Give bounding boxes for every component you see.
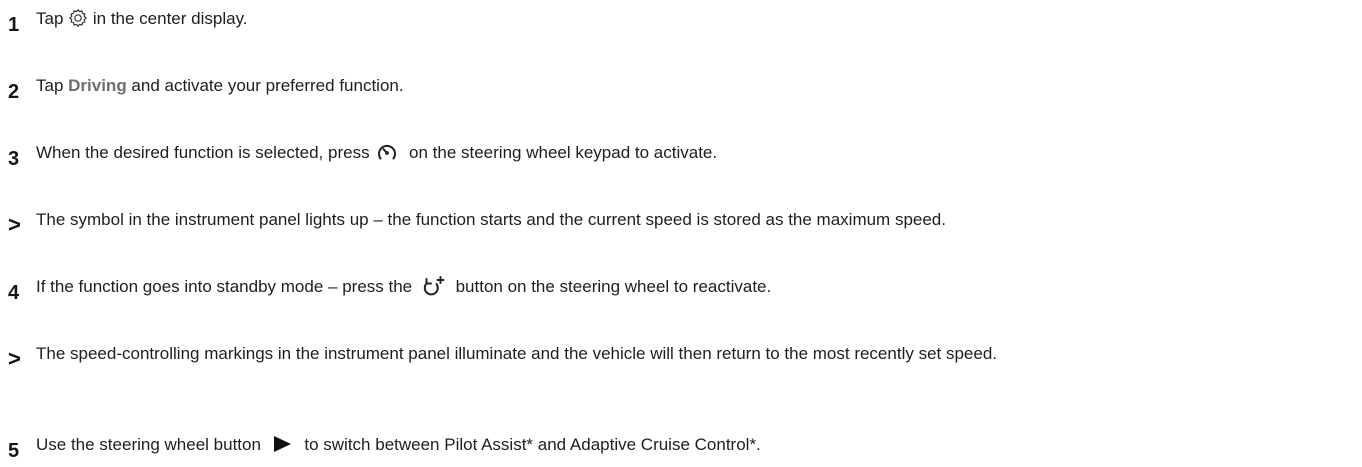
step-text: Tap in the center display. — [36, 4, 248, 34]
settings-gear-icon — [68, 8, 88, 28]
step-text-before: If the function goes into standby mode –… — [36, 277, 417, 296]
step-text-after: button on the steering wheel to reactiva… — [450, 277, 772, 296]
step-result-2: > The speed-controlling markings in the … — [0, 339, 1362, 374]
menu-term-driving: Driving — [68, 76, 127, 95]
step-2: 2 Tap Driving and activate your preferre… — [0, 71, 1362, 107]
play-triangle-icon — [272, 435, 292, 453]
step-number: 3 — [8, 148, 20, 170]
step-text-after: in the center display. — [88, 9, 248, 28]
step-number: 5 — [8, 440, 20, 462]
step-text: Tap Driving and activate your preferred … — [36, 71, 404, 101]
step-text: When the desired function is selected, p… — [36, 138, 717, 168]
result-marker: > — [8, 346, 21, 371]
step-5: 5 Use the steering wheel button to switc… — [0, 430, 1362, 466]
resume-arrow-icon — [421, 275, 445, 297]
step-result-1: > The symbol in the instrument panel lig… — [0, 205, 1362, 240]
step-text-before: Tap — [36, 9, 69, 28]
result-marker: > — [8, 212, 21, 237]
result-text: The speed-controlling markings in the in… — [36, 344, 998, 363]
step-text-before: Tap — [36, 76, 69, 95]
step-text-before: Use the steering wheel button — [36, 435, 266, 454]
step-1: 1 Tap in the center display. — [0, 4, 1362, 40]
step-number: 4 — [8, 282, 20, 304]
step-text-after: to switch between Pilot Assist* and Adap… — [299, 435, 761, 454]
step-text-before: When the desired function is selected, p… — [36, 143, 375, 162]
step-number: 2 — [8, 81, 20, 103]
step-number: 1 — [8, 14, 20, 36]
result-text: The symbol in the instrument panel light… — [36, 210, 946, 229]
step-text-after: on the steering wheel keypad to activate… — [404, 143, 718, 162]
step-text: If the function goes into standby mode –… — [36, 272, 771, 302]
cruise-speedometer-icon — [376, 142, 398, 162]
step-text-after: and activate your preferred function. — [126, 76, 404, 95]
step-3: 3 When the desired function is selected,… — [0, 138, 1362, 174]
step-4: 4 If the function goes into standby mode… — [0, 272, 1362, 308]
step-text: Use the steering wheel button to switch … — [36, 430, 761, 460]
